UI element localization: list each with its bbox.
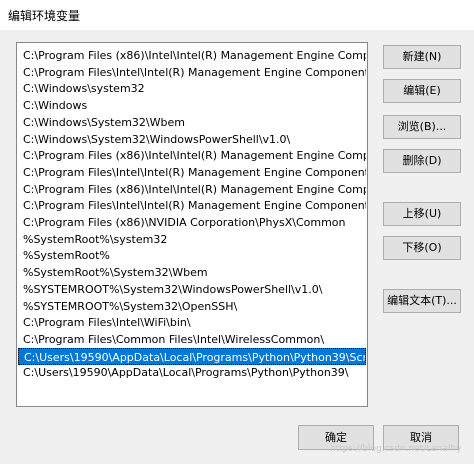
list-item[interactable]: C:\Windows\system32 bbox=[18, 80, 366, 97]
list-item[interactable]: C:\Users\19590\AppData\Local\Programs\Py… bbox=[18, 364, 366, 381]
list-item[interactable]: %SystemRoot%\system32 bbox=[18, 231, 366, 248]
list-item[interactable]: C:\Windows\System32\WindowsPowerShell\v1… bbox=[18, 131, 366, 148]
list-item[interactable]: C:\Program Files (x86)\NVIDIA Corporatio… bbox=[18, 214, 366, 231]
list-item[interactable]: %SYSTEMROOT%\System32\WindowsPowerShell\… bbox=[18, 281, 366, 298]
list-item[interactable]: C:\Users\19590\AppData\Local\Programs\Py… bbox=[18, 347, 366, 365]
list-item[interactable]: C:\Program Files\Common Files\Intel\Wire… bbox=[18, 331, 366, 348]
move-up-button[interactable]: 上移(U) bbox=[383, 202, 461, 226]
title-bar: 编辑环境变量 bbox=[0, 0, 474, 30]
browse-button[interactable]: 浏览(B)... bbox=[383, 115, 461, 139]
list-item[interactable]: %SystemRoot% bbox=[18, 247, 366, 264]
list-item[interactable]: C:\Program Files\Intel\Intel(R) Manageme… bbox=[18, 164, 366, 181]
window-title: 编辑环境变量 bbox=[8, 9, 81, 23]
edit-text-button[interactable]: 编辑文本(T)... bbox=[383, 289, 461, 313]
edit-button[interactable]: 编辑(E) bbox=[383, 79, 461, 103]
new-button[interactable]: 新建(N) bbox=[383, 45, 461, 69]
list-item[interactable]: C:\Program Files (x86)\Intel\Intel(R) Ma… bbox=[18, 147, 366, 164]
list-item[interactable]: C:\Windows bbox=[18, 97, 366, 114]
watermark: https://blog.csdn.net/Lenalhy bbox=[330, 444, 462, 454]
list-item[interactable]: %SystemRoot%\System32\Wbem bbox=[18, 264, 366, 281]
delete-button[interactable]: 删除(D) bbox=[383, 149, 461, 173]
list-item[interactable]: C:\Program Files\Intel\Intel(R) Manageme… bbox=[18, 197, 366, 214]
list-item[interactable]: C:\Program Files (x86)\Intel\Intel(R) Ma… bbox=[18, 181, 366, 198]
list-item[interactable]: C:\Program Files\Intel\Intel(R) Manageme… bbox=[18, 64, 366, 81]
list-item[interactable]: C:\Program Files\Intel\WiFi\bin\ bbox=[18, 314, 366, 331]
path-list[interactable]: C:\Program Files (x86)\Intel\Intel(R) Ma… bbox=[16, 42, 368, 407]
move-down-button[interactable]: 下移(O) bbox=[383, 236, 461, 260]
list-item[interactable]: C:\Windows\System32\Wbem bbox=[18, 114, 366, 131]
list-item[interactable]: %SYSTEMROOT%\System32\OpenSSH\ bbox=[18, 298, 366, 315]
list-item[interactable]: C:\Program Files (x86)\Intel\Intel(R) Ma… bbox=[18, 47, 366, 64]
